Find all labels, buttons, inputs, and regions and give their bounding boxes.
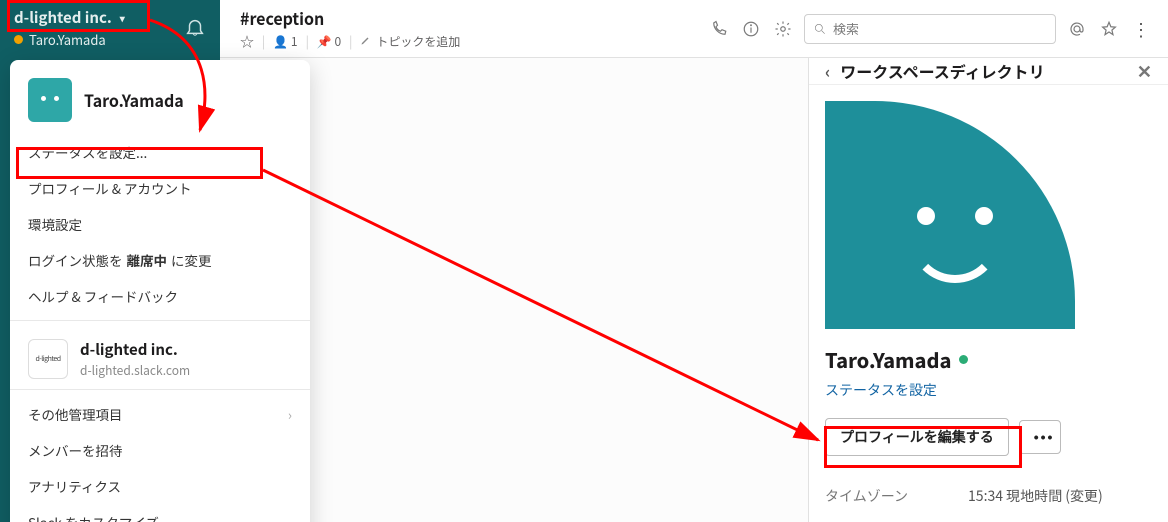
member-count[interactable]: 👤 1 xyxy=(273,33,297,50)
mention-icon[interactable] xyxy=(1066,18,1088,40)
menu-divider xyxy=(10,389,310,390)
search-input[interactable]: 検索 xyxy=(804,14,1056,44)
search-icon xyxy=(813,22,827,36)
workspace-logo: d-lighted xyxy=(28,339,68,379)
menu-customize[interactable]: Slack をカスタマイズ xyxy=(10,504,310,522)
menu-analytics[interactable]: アナリティクス xyxy=(10,468,310,504)
directory-panel: ‹ ワークスペースディレクトリ ✕ Taro.Yamada ステータスを設定 プ… xyxy=(808,58,1168,522)
presence-away-icon xyxy=(14,35,23,44)
add-topic-link[interactable]: トピックを追加 xyxy=(360,33,460,50)
back-icon[interactable]: ‹ xyxy=(825,59,830,83)
menu-set-away[interactable]: ログイン状態を 離席中 に変更 xyxy=(10,242,310,278)
team-menu-user-name: Taro.Yamada xyxy=(84,88,184,112)
phone-icon[interactable] xyxy=(708,18,730,40)
menu-set-status[interactable]: ステータスを設定... xyxy=(10,134,310,170)
workspace-url: d-lighted.slack.com xyxy=(80,362,190,379)
channel-name[interactable]: #reception xyxy=(240,6,460,30)
gear-icon[interactable] xyxy=(772,18,794,40)
bell-icon[interactable] xyxy=(184,16,206,38)
info-icon[interactable] xyxy=(740,18,762,40)
team-menu-user-row: Taro.Yamada xyxy=(10,60,310,134)
profile-name: Taro.Yamada xyxy=(825,345,951,374)
menu-preferences[interactable]: 環境設定 xyxy=(10,206,310,242)
more-actions-button[interactable]: ••• xyxy=(1019,420,1061,454)
menu-invite[interactable]: メンバーを招待 xyxy=(10,432,310,468)
team-menu-workspace-row: d-lighted d-lighted inc. d-lighted.slack… xyxy=(10,327,310,383)
presence-active-icon xyxy=(959,355,968,364)
set-status-link[interactable]: ステータスを設定 xyxy=(825,380,1152,400)
pencil-icon xyxy=(360,33,372,50)
sidebar-user-name: Taro.Yamada xyxy=(29,30,106,49)
star-icon[interactable]: ☆ xyxy=(240,32,254,52)
pin-count[interactable]: 📌 0 xyxy=(317,33,341,50)
star-outline-icon[interactable] xyxy=(1098,18,1120,40)
menu-help[interactable]: ヘルプ & フィードバック xyxy=(10,278,310,314)
chevron-right-icon: › xyxy=(288,404,292,424)
menu-divider xyxy=(10,320,310,321)
profile-avatar xyxy=(825,101,1075,329)
timezone-label: タイムゾーン xyxy=(825,486,908,506)
menu-profile-account[interactable]: プロフィール & アカウント xyxy=(10,170,310,206)
channel-header: #reception ☆ | 👤 1 | 📌 0 | トピックを追加 xyxy=(220,0,1168,58)
close-icon[interactable]: ✕ xyxy=(1137,58,1152,84)
edit-profile-button[interactable]: プロフィールを編集する xyxy=(825,418,1009,456)
kebab-icon[interactable]: ⋮ xyxy=(1130,18,1152,40)
avatar xyxy=(28,78,72,122)
menu-admin[interactable]: その他管理項目 › xyxy=(10,396,310,432)
chevron-down-icon: ▾ xyxy=(120,10,125,25)
team-menu: Taro.Yamada ステータスを設定... プロフィール & アカウント 環… xyxy=(10,60,310,522)
workspace-label: d-lighted inc. xyxy=(80,339,190,360)
timezone-value[interactable]: 15:34 現地時間 (変更) xyxy=(968,486,1103,506)
directory-title: ワークスペースディレクトリ xyxy=(840,59,1044,83)
workspace-name: d-lighted inc. xyxy=(14,7,112,28)
